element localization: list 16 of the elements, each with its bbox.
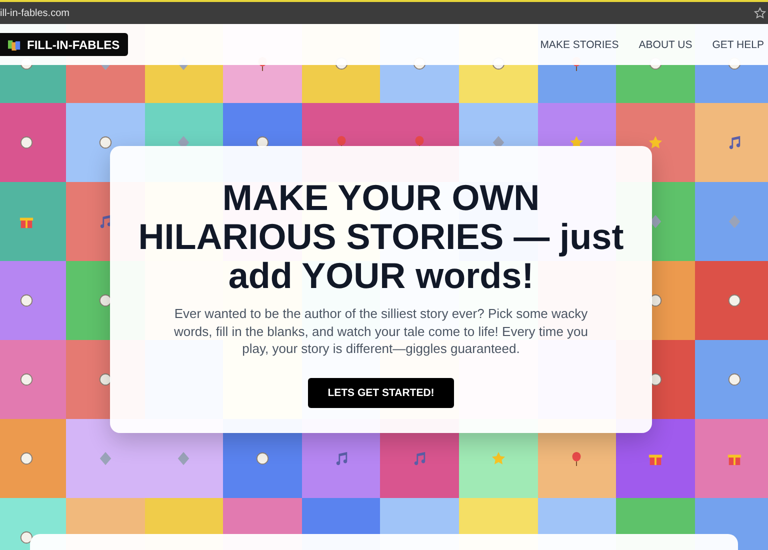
star-icon <box>648 135 664 150</box>
logo[interactable]: FILL-IN-FABLES <box>0 33 128 56</box>
nav-link[interactable]: GET HELP <box>712 38 764 50</box>
get-started-button[interactable]: LETS GET STARTED! <box>308 378 454 408</box>
nav-link[interactable]: ABOUT US <box>638 38 692 50</box>
music-note-icon <box>334 451 349 466</box>
nav-link[interactable]: MAKE STORIES <box>540 38 619 50</box>
hero-heading: MAKE YOUR OWN HILARIOUS STORIES — just add YOUR words! <box>137 178 625 295</box>
address-bar-url[interactable]: ill-in-fables.com <box>0 8 70 18</box>
books-icon <box>8 38 21 50</box>
bookmark-star-icon[interactable] <box>754 7 766 19</box>
music-note-icon <box>726 135 742 150</box>
music-note-icon <box>412 451 428 466</box>
logo-text: FILL-IN-FABLES <box>27 38 120 52</box>
hero-description: Ever wanted to be the author of the silliest story ever? Pick some wacky words, fill in the blanks, and watch your tale come to life! Every time you play, your story is different—giggles guaranteed. <box>172 305 590 358</box>
star-icon <box>490 451 506 466</box>
